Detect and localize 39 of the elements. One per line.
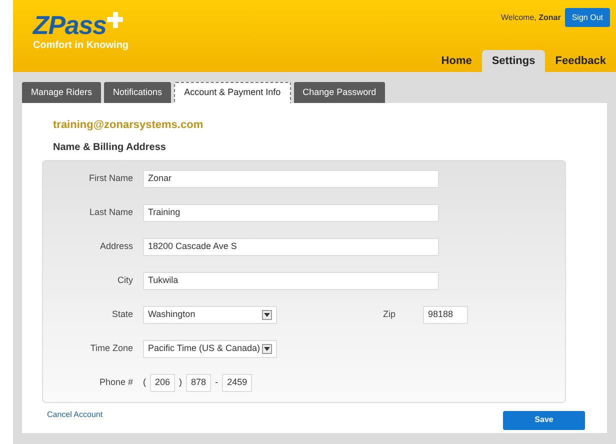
plus-icon	[107, 12, 124, 28]
field-label: State	[110, 308, 133, 321]
logo-text: ZPass	[33, 12, 106, 38]
nav-tab[interactable]: Home	[431, 50, 482, 72]
field-label: Time Zone	[89, 342, 133, 355]
field-label: First Name	[88, 172, 133, 185]
email-heading: training@zonarsystems.com	[53, 118, 204, 133]
field-label: Zip	[383, 308, 397, 321]
phone-prefix-field[interactable]: 878	[186, 374, 212, 392]
cancel-account-link[interactable]: Cancel Account	[47, 408, 103, 420]
tab[interactable]: Manage Riders	[22, 82, 102, 103]
nav-tab[interactable]: Feedback	[545, 50, 616, 72]
area-code-field[interactable]: 206	[150, 374, 176, 392]
text-field[interactable]: 18200 Cascade Ave S	[143, 238, 439, 256]
select-field[interactable]: Pacific Time (US & Canada)	[143, 340, 277, 358]
nav-tab[interactable]: Settings	[482, 50, 546, 72]
text-field[interactable]: Zonar	[143, 170, 439, 188]
select-field[interactable]: Washington	[143, 306, 277, 324]
phone-line-field[interactable]: 2459	[222, 374, 252, 392]
paren-text: )	[179, 376, 182, 389]
tab[interactable]: Change Password	[294, 82, 386, 103]
field-label: Address	[98, 240, 133, 253]
tab[interactable]: Account & Payment Info	[174, 82, 291, 103]
save-button[interactable]: Save	[503, 410, 585, 430]
field-label: Phone #	[98, 376, 133, 389]
welcome-text: Welcome, Zonar	[500, 12, 561, 24]
text-field[interactable]: Training	[143, 204, 439, 222]
text-field[interactable]: Tukwila	[143, 272, 439, 290]
field-label: Last Name	[88, 206, 133, 219]
sign-out-button[interactable]: Sign Out	[564, 8, 610, 27]
tab[interactable]: Notifications	[104, 82, 172, 103]
dropdown-arrow-icon	[262, 310, 272, 320]
tagline: Comfort in Knowing	[33, 39, 129, 53]
paren-text: (	[143, 376, 146, 389]
zip-field[interactable]: 98188	[423, 306, 468, 324]
section-title: Name & Billing Address	[53, 140, 167, 154]
dropdown-arrow-icon	[262, 344, 272, 354]
field-label: City	[116, 274, 133, 287]
dash-text: -	[215, 376, 218, 389]
